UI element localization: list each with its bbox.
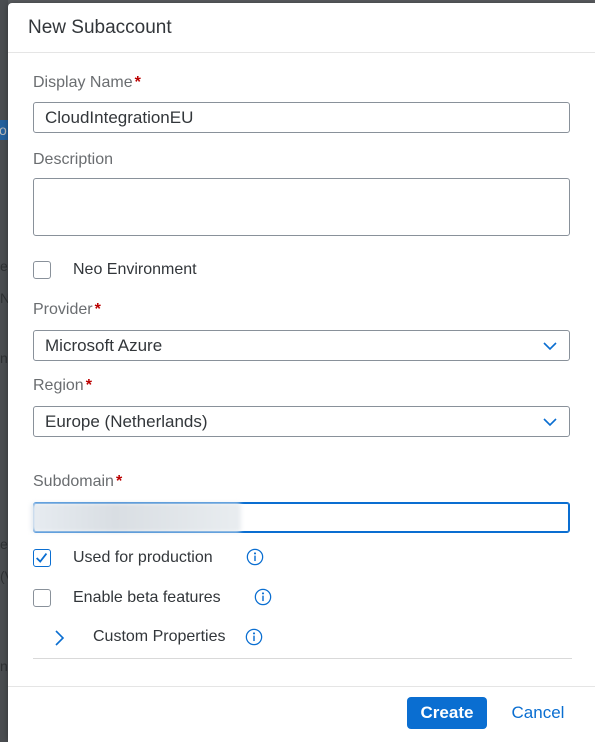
required-mark: * [94, 301, 101, 318]
chevron-down-icon[interactable] [543, 415, 557, 429]
chevron-down-icon[interactable] [543, 339, 557, 353]
description-textarea[interactable] [33, 178, 570, 236]
info-icon[interactable] [245, 628, 263, 646]
redacted-subdomain-value [31, 503, 241, 532]
region-value: Europe (Netherlands) [45, 411, 208, 431]
info-icon[interactable] [254, 588, 272, 606]
dialog-title: New Subaccount [28, 16, 172, 38]
enable-beta-checkbox[interactable] [33, 589, 51, 607]
backdrop-fragment: e [0, 536, 8, 552]
required-mark: * [115, 473, 123, 490]
used-for-production-checkbox[interactable] [33, 549, 51, 567]
description-label: Description [33, 151, 114, 168]
create-button[interactable]: Create [407, 697, 487, 729]
provider-value: Microsoft Azure [45, 335, 163, 355]
provider-select[interactable]: Microsoft Azure [33, 330, 570, 361]
display-name-label-text: Display Name [33, 74, 133, 91]
cancel-button[interactable]: Cancel [501, 697, 575, 729]
custom-properties-toggle[interactable]: Custom Properties [93, 628, 226, 646]
region-select[interactable]: Europe (Netherlands) [33, 406, 570, 437]
display-name-value: CloudIntegrationEU [45, 107, 194, 127]
region-label: Region * [33, 377, 92, 395]
required-mark: * [85, 377, 92, 394]
display-name-label: Display Name * [33, 74, 141, 92]
backdrop-fragment: e [0, 258, 8, 274]
dialog-header: New Subaccount [8, 3, 595, 53]
region-label-text: Region [33, 377, 84, 394]
backdrop-fragment: o [0, 120, 8, 140]
new-subaccount-dialog: New Subaccount Display Name * CloudIntegr… [8, 3, 595, 742]
neo-environment-label: Neo Environment [73, 261, 197, 278]
chevron-right-icon[interactable] [52, 629, 66, 647]
subdomain-label-text: Subdomain [33, 473, 114, 490]
display-name-input[interactable]: CloudIntegrationEU [33, 102, 570, 133]
neo-environment-checkbox[interactable] [33, 261, 51, 279]
required-mark: * [134, 74, 141, 91]
checkmark-icon [36, 553, 48, 563]
subdomain-label: Subdomain * [33, 473, 122, 491]
provider-label-text: Provider [33, 301, 93, 318]
info-icon[interactable] [246, 548, 264, 566]
enable-beta-label: Enable beta features [73, 589, 221, 606]
dialog-footer: Create Cancel [8, 686, 595, 742]
provider-label: Provider * [33, 301, 101, 319]
divider [33, 658, 572, 659]
used-for-production-label: Used for production [73, 549, 213, 566]
backdrop: o e N ne e (V ne [0, 0, 16, 742]
